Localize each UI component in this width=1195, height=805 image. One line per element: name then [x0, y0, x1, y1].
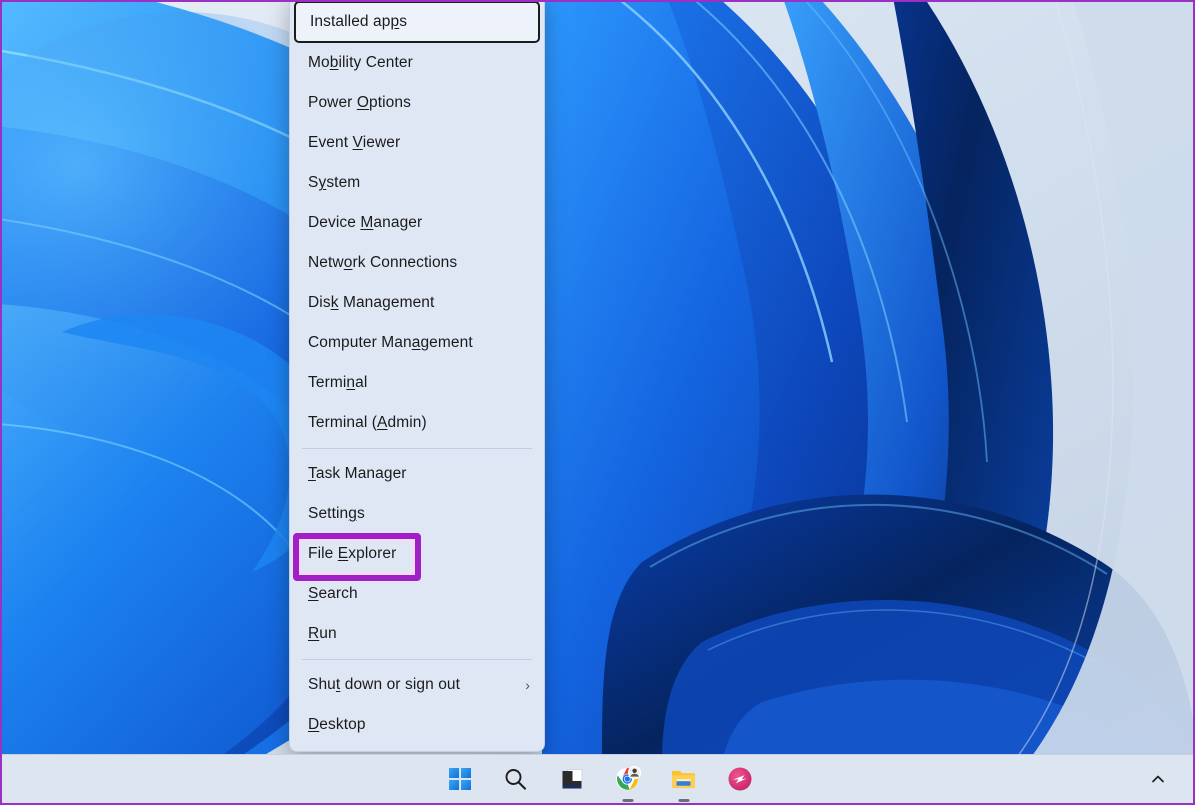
menu-item-label: Network Connections: [308, 254, 530, 272]
menu-item-power-options[interactable]: Power Options: [290, 83, 544, 123]
menu-item-mobility-center[interactable]: Mobility Center: [290, 43, 544, 83]
chrome-profile-avatar-badge: [628, 767, 640, 779]
taskbar-icon-group: [443, 762, 757, 796]
search-button[interactable]: [499, 762, 533, 796]
menu-item-label: Computer Management: [308, 334, 530, 352]
menu-item-settings[interactable]: Settings: [290, 494, 544, 534]
running-indicator-dot: [622, 799, 633, 802]
menu-item-terminal-admin[interactable]: Terminal (Admin): [290, 403, 544, 443]
menu-item-terminal[interactable]: Terminal: [290, 363, 544, 403]
chrome-button[interactable]: [611, 762, 645, 796]
folder-icon: [670, 766, 697, 792]
menu-item-file-explorer[interactable]: File Explorer: [290, 534, 544, 574]
pink-app-icon: [727, 766, 753, 792]
menu-item-run[interactable]: Run: [290, 614, 544, 654]
menu-item-label: Device Manager: [308, 214, 530, 232]
menu-item-device-manager[interactable]: Device Manager: [290, 203, 544, 243]
menu-item-installed-apps[interactable]: Installed apps: [294, 1, 540, 43]
menu-item-search[interactable]: Search: [290, 574, 544, 614]
search-icon: [503, 767, 528, 792]
show-hidden-icons-button[interactable]: [1141, 762, 1175, 796]
menu-item-label: Run: [308, 625, 530, 643]
desktop-screen: Installed apps Mobility Center Power Optio…: [0, 0, 1195, 805]
start-button[interactable]: [443, 762, 477, 796]
menu-item-label: Settings: [308, 505, 530, 523]
pinned-app-button[interactable]: [723, 762, 757, 796]
running-indicator-dot: [678, 799, 689, 802]
menu-separator: [302, 659, 532, 660]
menu-item-label: Power Options: [308, 94, 530, 112]
taskbar: [2, 754, 1195, 803]
menu-item-label: Terminal: [308, 374, 530, 392]
winx-context-menu[interactable]: Installed apps Mobility Center Power Optio…: [289, 0, 545, 752]
menu-item-label: Desktop: [308, 716, 530, 734]
menu-separator: [302, 448, 532, 449]
menu-item-event-viewer[interactable]: Event Viewer: [290, 123, 544, 163]
chevron-up-icon: [1150, 771, 1166, 787]
menu-item-system[interactable]: System: [290, 163, 544, 203]
windows-logo-icon: [448, 767, 472, 791]
chevron-right-icon: ›: [517, 678, 530, 692]
desktop-wallpaper: [2, 2, 1195, 762]
menu-item-shut-down-or-sign-out[interactable]: Shut down or sign out›: [290, 665, 544, 705]
menu-item-label: Search: [308, 585, 530, 603]
system-tray: [1141, 755, 1175, 803]
menu-item-label: Mobility Center: [308, 54, 530, 72]
chrome-icon: [615, 766, 641, 792]
menu-item-label: Task Manager: [308, 465, 530, 483]
menu-item-label: System: [308, 174, 530, 192]
menu-item-label: Terminal (Admin): [308, 414, 530, 432]
task-view-icon: [560, 767, 584, 791]
menu-item-label: Event Viewer: [308, 134, 530, 152]
menu-item-network-connections[interactable]: Network Connections: [290, 243, 544, 283]
menu-item-desktop[interactable]: Desktop: [290, 705, 544, 745]
menu-item-label: Disk Management: [308, 294, 530, 312]
menu-item-computer-management[interactable]: Computer Management: [290, 323, 544, 363]
menu-item-disk-management[interactable]: Disk Management: [290, 283, 544, 323]
menu-item-label: File Explorer: [308, 545, 530, 563]
file-explorer-button[interactable]: [667, 762, 701, 796]
menu-item-label: Installed apps: [310, 13, 524, 31]
menu-item-label: Shut down or sign out: [308, 676, 517, 694]
task-view-button[interactable]: [555, 762, 589, 796]
menu-item-task-manager[interactable]: Task Manager: [290, 454, 544, 494]
